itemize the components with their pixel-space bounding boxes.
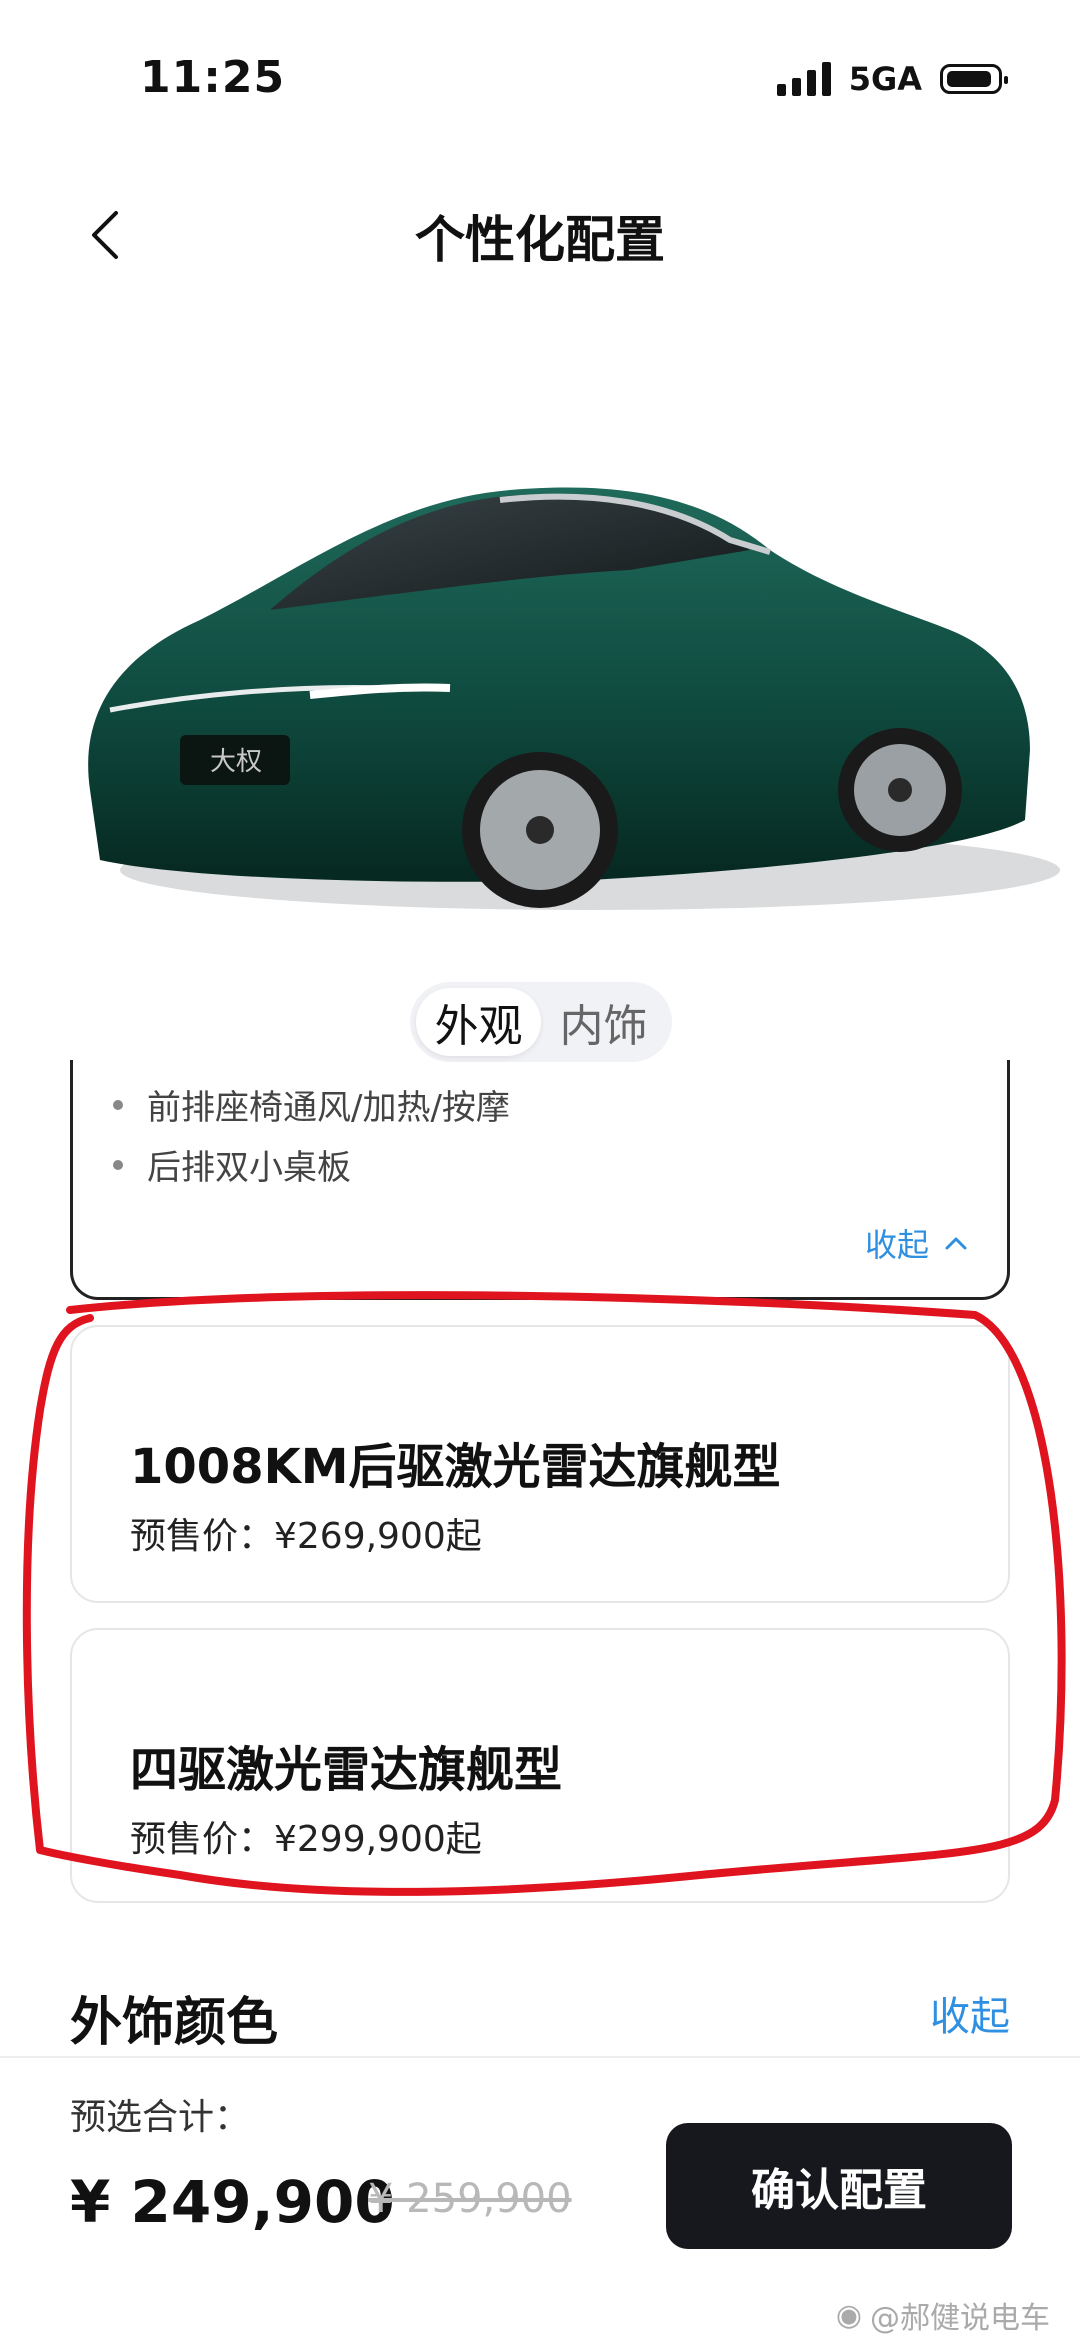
trim-name: 四驱激光雷达旗舰型 <box>130 1742 563 1798</box>
original-price: ¥ 259,900 <box>368 2176 572 2222</box>
view-toggle[interactable]: 外观 内饰 <box>410 982 672 1062</box>
bottom-bar: 预选合计： ¥ 249,900 ¥ 259,900 确认配置 ◉ @郝健说电车 <box>0 2056 1080 2343</box>
trim-card-rwd[interactable]: 1008KM后驱激光雷达旗舰型 预售价：¥269,900起 <box>70 1325 1010 1603</box>
signal-icon <box>776 62 831 96</box>
exterior-color-title: 外饰颜色 <box>70 1993 279 2053</box>
features-collapse-button[interactable]: 收起 <box>865 1220 967 1266</box>
tab-exterior[interactable]: 外观 <box>416 988 541 1056</box>
watermark-text: @郝健说电车 <box>870 2301 1050 2336</box>
total-label: 预选合计： <box>70 2097 251 2138</box>
list-item: 后排双小桌板 <box>113 1140 351 1189</box>
svg-text:大权: 大权 <box>210 747 262 777</box>
tab-interior[interactable]: 内饰 <box>541 988 666 1056</box>
trim-price: 预售价：¥269,900起 <box>130 1516 482 1557</box>
feature-text: 后排双小桌板 <box>147 1148 351 1188</box>
confirm-config-button[interactable]: 确认配置 <box>666 2123 1012 2249</box>
car-image: 大权 <box>70 460 1080 930</box>
battery-icon <box>940 64 1008 94</box>
network-label: 5GA <box>848 60 922 98</box>
bullet-icon <box>113 1159 123 1170</box>
trim-price: 预售价：¥299,900起 <box>130 1819 482 1860</box>
page-title: 个性化配置 <box>415 211 665 269</box>
watermark: ◉ @郝健说电车 <box>836 2293 1050 2337</box>
collapse-label: 收起 <box>864 1226 929 1264</box>
status-time: 11:25 <box>140 52 286 103</box>
feature-text: 前排座椅通风/加热/按摩 <box>147 1088 510 1128</box>
list-item: 前排座椅通风/加热/按摩 <box>113 1080 510 1129</box>
chevron-up-icon <box>945 1237 967 1250</box>
weibo-icon: ◉ <box>835 2297 862 2333</box>
exterior-collapse-button[interactable]: 收起 <box>930 1984 1010 2042</box>
bullet-icon <box>113 1099 123 1110</box>
feature-card: 前排座椅通风/加热/按摩 后排双小桌板 收起 <box>70 1060 1010 1300</box>
trim-card-awd[interactable]: 四驱激光雷达旗舰型 预售价：¥299,900起 <box>70 1628 1010 1903</box>
current-price: ¥ 249,900 <box>70 2168 395 2236</box>
trim-name: 1008KM后驱激光雷达旗舰型 <box>130 1439 781 1495</box>
status-icons: 5GA <box>776 60 1008 98</box>
